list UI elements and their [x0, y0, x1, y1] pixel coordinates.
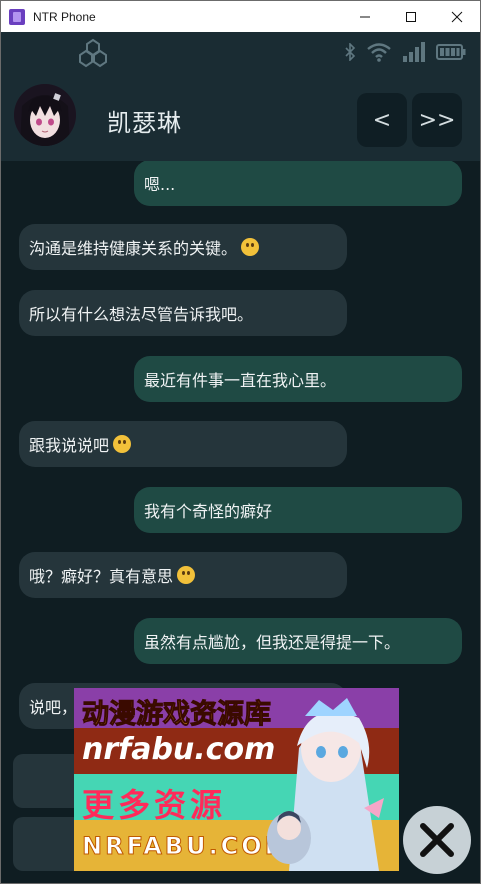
close-window-button[interactable]: [434, 1, 480, 32]
message-text: 跟我说说吧: [29, 436, 110, 455]
wifi-icon: [367, 43, 391, 62]
battery-icon: [436, 44, 466, 60]
hexagon-logo-icon: [79, 38, 107, 68]
contact-avatar: [14, 84, 76, 146]
message-bubble-incoming: 沟通是维持健康关系的关键。: [19, 224, 347, 270]
banner-title: 动漫游戏资源库: [82, 699, 272, 731]
slightly-smiling-face-icon: [113, 435, 132, 453]
status-icons: [344, 42, 466, 62]
contact-name: 凯瑟琳: [107, 109, 182, 137]
window-controls: [342, 1, 480, 32]
message-text: 所以有什么想法尽管告诉我吧。: [29, 305, 254, 324]
minimize-icon: [360, 16, 370, 17]
title-bar: NTR Phone: [1, 1, 480, 32]
message-bubble-outgoing: 嗯...: [134, 161, 462, 206]
anime-girl-avatar-icon: [14, 84, 76, 146]
reply-choice-button[interactable]: [13, 817, 83, 871]
close-icon: [451, 11, 463, 22]
maximize-icon: [406, 11, 416, 22]
message-bubble-incoming: 跟我说说吧: [19, 421, 347, 467]
minimize-button[interactable]: [342, 1, 388, 32]
signal-icon: [403, 42, 425, 62]
banner-slogan: 更多资源: [82, 786, 227, 824]
message-text: 说吧，: [29, 698, 78, 717]
anime-girl-illustration-icon: [267, 698, 384, 871]
phone-status-bar: [1, 32, 480, 77]
message-text: 虽然有点尴尬，但我还是得提一下。: [144, 633, 401, 652]
overlay-ad-banner[interactable]: 动漫游戏资源库 nrfabu.com 更多资源 NRFABU.COM: [74, 688, 399, 871]
message-bubble-incoming: 所以有什么想法尽管告诉我吧。: [19, 290, 347, 336]
hugging-face-icon: [241, 238, 260, 256]
message-bubble-outgoing: 我有个奇怪的癖好: [134, 487, 462, 533]
bluetooth-icon: [345, 43, 356, 61]
banner-url: nrfabu.com: [82, 732, 276, 767]
maximize-button[interactable]: [388, 1, 434, 32]
message-bubble-incoming: 哦？癖好？真有意思: [19, 552, 347, 598]
app-window: NTR Phone 凯瑟琳 < >> 嗯... 沟通是维持健康关系的关键。 所以…: [0, 0, 481, 884]
message-bubble-outgoing: 最近有件事一直在我心里。: [134, 356, 462, 402]
message-text: 最近有件事一直在我心里。: [144, 371, 337, 390]
message-text: 沟通是维持健康关系的关键。: [29, 239, 238, 258]
close-icon: [420, 823, 454, 857]
message-text: 哦？癖好？真有意思: [29, 567, 174, 586]
message-bubble-outgoing: 虽然有点尴尬，但我还是得提一下。: [134, 618, 462, 664]
app-icon: [9, 8, 25, 25]
prev-button[interactable]: <: [357, 93, 407, 147]
close-ad-button[interactable]: [403, 806, 471, 874]
next-button[interactable]: >>: [412, 93, 462, 147]
winking-face-with-tongue-icon: [177, 566, 196, 584]
chat-header: 凯瑟琳 < >>: [1, 77, 480, 161]
message-text: 我有个奇怪的癖好: [144, 502, 273, 521]
reply-choice-button[interactable]: [13, 754, 83, 808]
window-title: NTR Phone: [33, 9, 96, 24]
message-text: 嗯...: [144, 175, 176, 194]
